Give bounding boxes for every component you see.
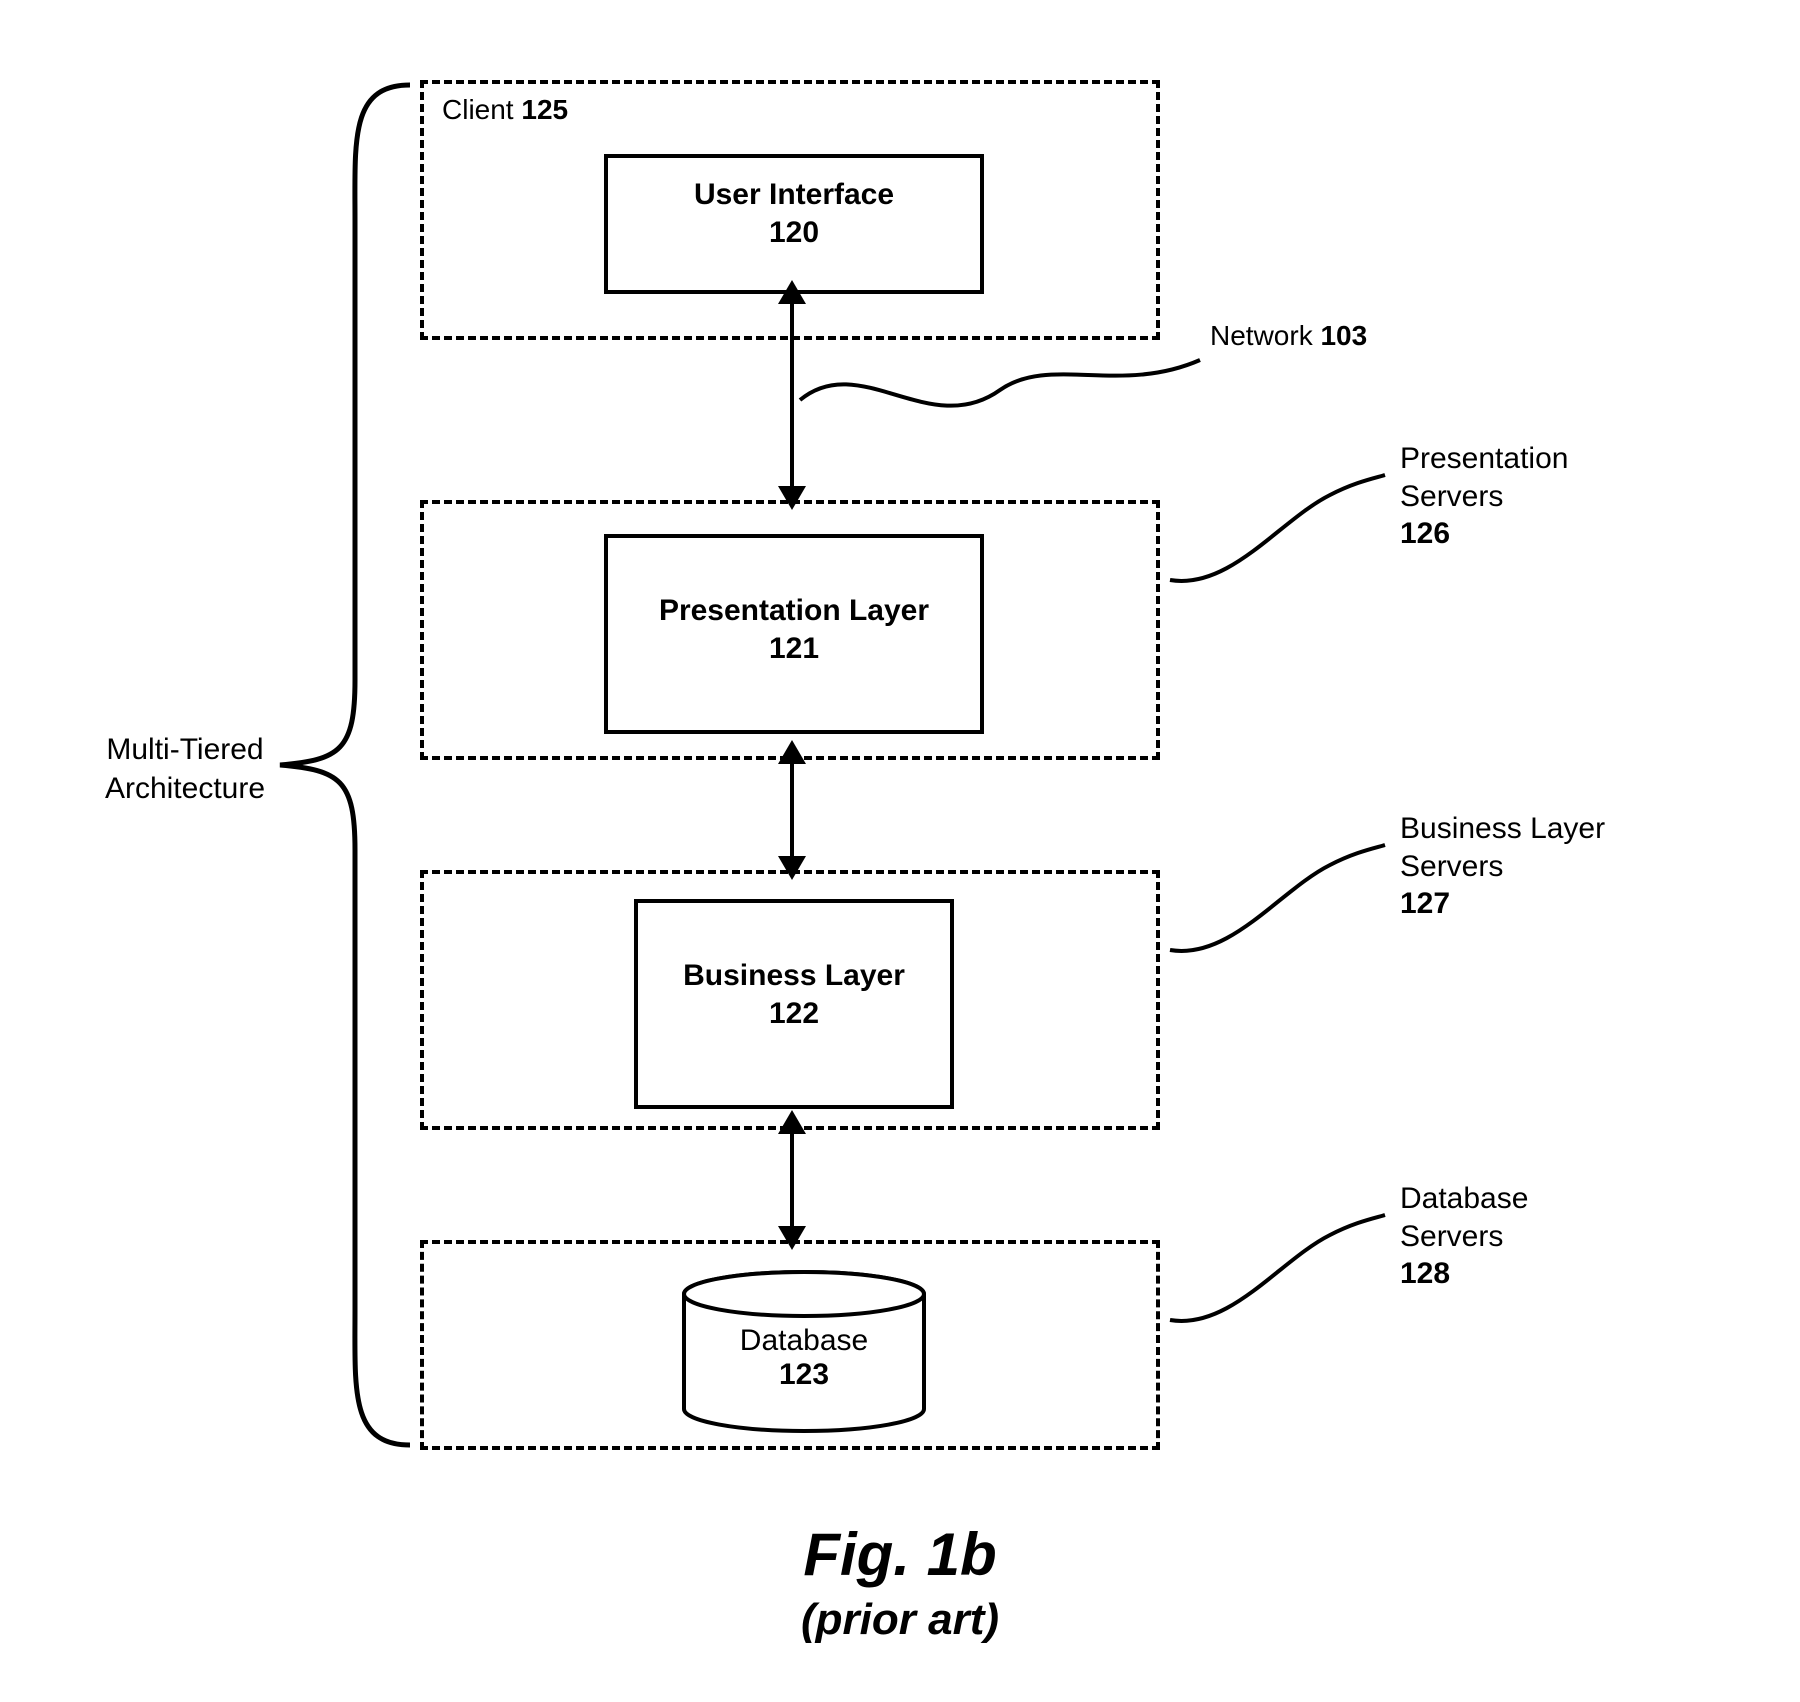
network-label-text: Network xyxy=(1210,320,1313,351)
callout-database-l2: Servers xyxy=(1400,1220,1503,1253)
multi-tier-label: Multi-Tiered Architecture xyxy=(100,730,270,808)
callout-presentation-num: 126 xyxy=(1400,517,1450,550)
arrow-down-icon xyxy=(778,856,806,880)
callout-business-l2: Servers xyxy=(1400,850,1503,883)
user-interface-box: User Interface 120 xyxy=(604,154,984,294)
figure-sub: (prior art) xyxy=(0,1595,1800,1645)
leader-presentation xyxy=(1170,470,1390,610)
network-label-num: 103 xyxy=(1320,320,1367,351)
tier-presentation: Presentation Layer 121 xyxy=(420,500,1160,760)
client-label-num: 125 xyxy=(521,94,568,125)
callout-business-num: 127 xyxy=(1400,887,1450,920)
callout-database-num: 128 xyxy=(1400,1257,1450,1290)
figure-caption: Fig. 1b (prior art) xyxy=(0,1520,1800,1645)
presentation-name: Presentation Layer xyxy=(608,594,980,628)
business-layer-box: Business Layer 122 xyxy=(634,899,954,1109)
presentation-layer-box: Presentation Layer 121 xyxy=(604,534,984,734)
callout-presentation: Presentation Servers 126 xyxy=(1400,440,1568,553)
callout-business: Business Layer Servers 127 xyxy=(1400,810,1605,923)
arrow-ui-presentation xyxy=(790,300,794,490)
network-label: Network 103 xyxy=(1210,320,1367,352)
client-label: Client 125 xyxy=(442,94,568,126)
callout-database: Database Servers 128 xyxy=(1400,1180,1528,1293)
tier-business: Business Layer 122 xyxy=(420,870,1160,1130)
database-label-wrap: Database 123 xyxy=(664,1324,944,1392)
business-num: 122 xyxy=(638,997,950,1031)
multi-tier-l1: Multi-Tiered xyxy=(106,733,263,766)
arrow-business-database xyxy=(790,1130,794,1230)
leader-business xyxy=(1170,840,1390,980)
callout-database-l1: Database xyxy=(1400,1182,1528,1215)
ui-name: User Interface xyxy=(608,178,980,212)
callout-presentation-l1: Presentation xyxy=(1400,442,1568,475)
arrow-down-icon xyxy=(778,1226,806,1250)
business-name: Business Layer xyxy=(638,959,950,993)
arrow-down-icon xyxy=(778,486,806,510)
left-brace xyxy=(270,80,410,1450)
tier-database: Database 123 xyxy=(420,1240,1160,1450)
database-num: 123 xyxy=(664,1358,944,1392)
callout-business-l1: Business Layer xyxy=(1400,812,1605,845)
arrow-up-icon xyxy=(778,1110,806,1134)
presentation-num: 121 xyxy=(608,632,980,666)
callout-presentation-l2: Servers xyxy=(1400,480,1503,513)
network-leader xyxy=(800,360,1220,460)
database-name: Database xyxy=(664,1324,944,1358)
arrow-up-icon xyxy=(778,740,806,764)
leader-database xyxy=(1170,1210,1390,1350)
arrow-up-icon xyxy=(778,280,806,304)
client-label-text: Client xyxy=(442,94,514,125)
figure-title: Fig. 1b xyxy=(0,1520,1800,1589)
multi-tier-l2: Architecture xyxy=(105,772,265,805)
ui-num: 120 xyxy=(608,216,980,250)
arrow-presentation-business xyxy=(790,760,794,860)
